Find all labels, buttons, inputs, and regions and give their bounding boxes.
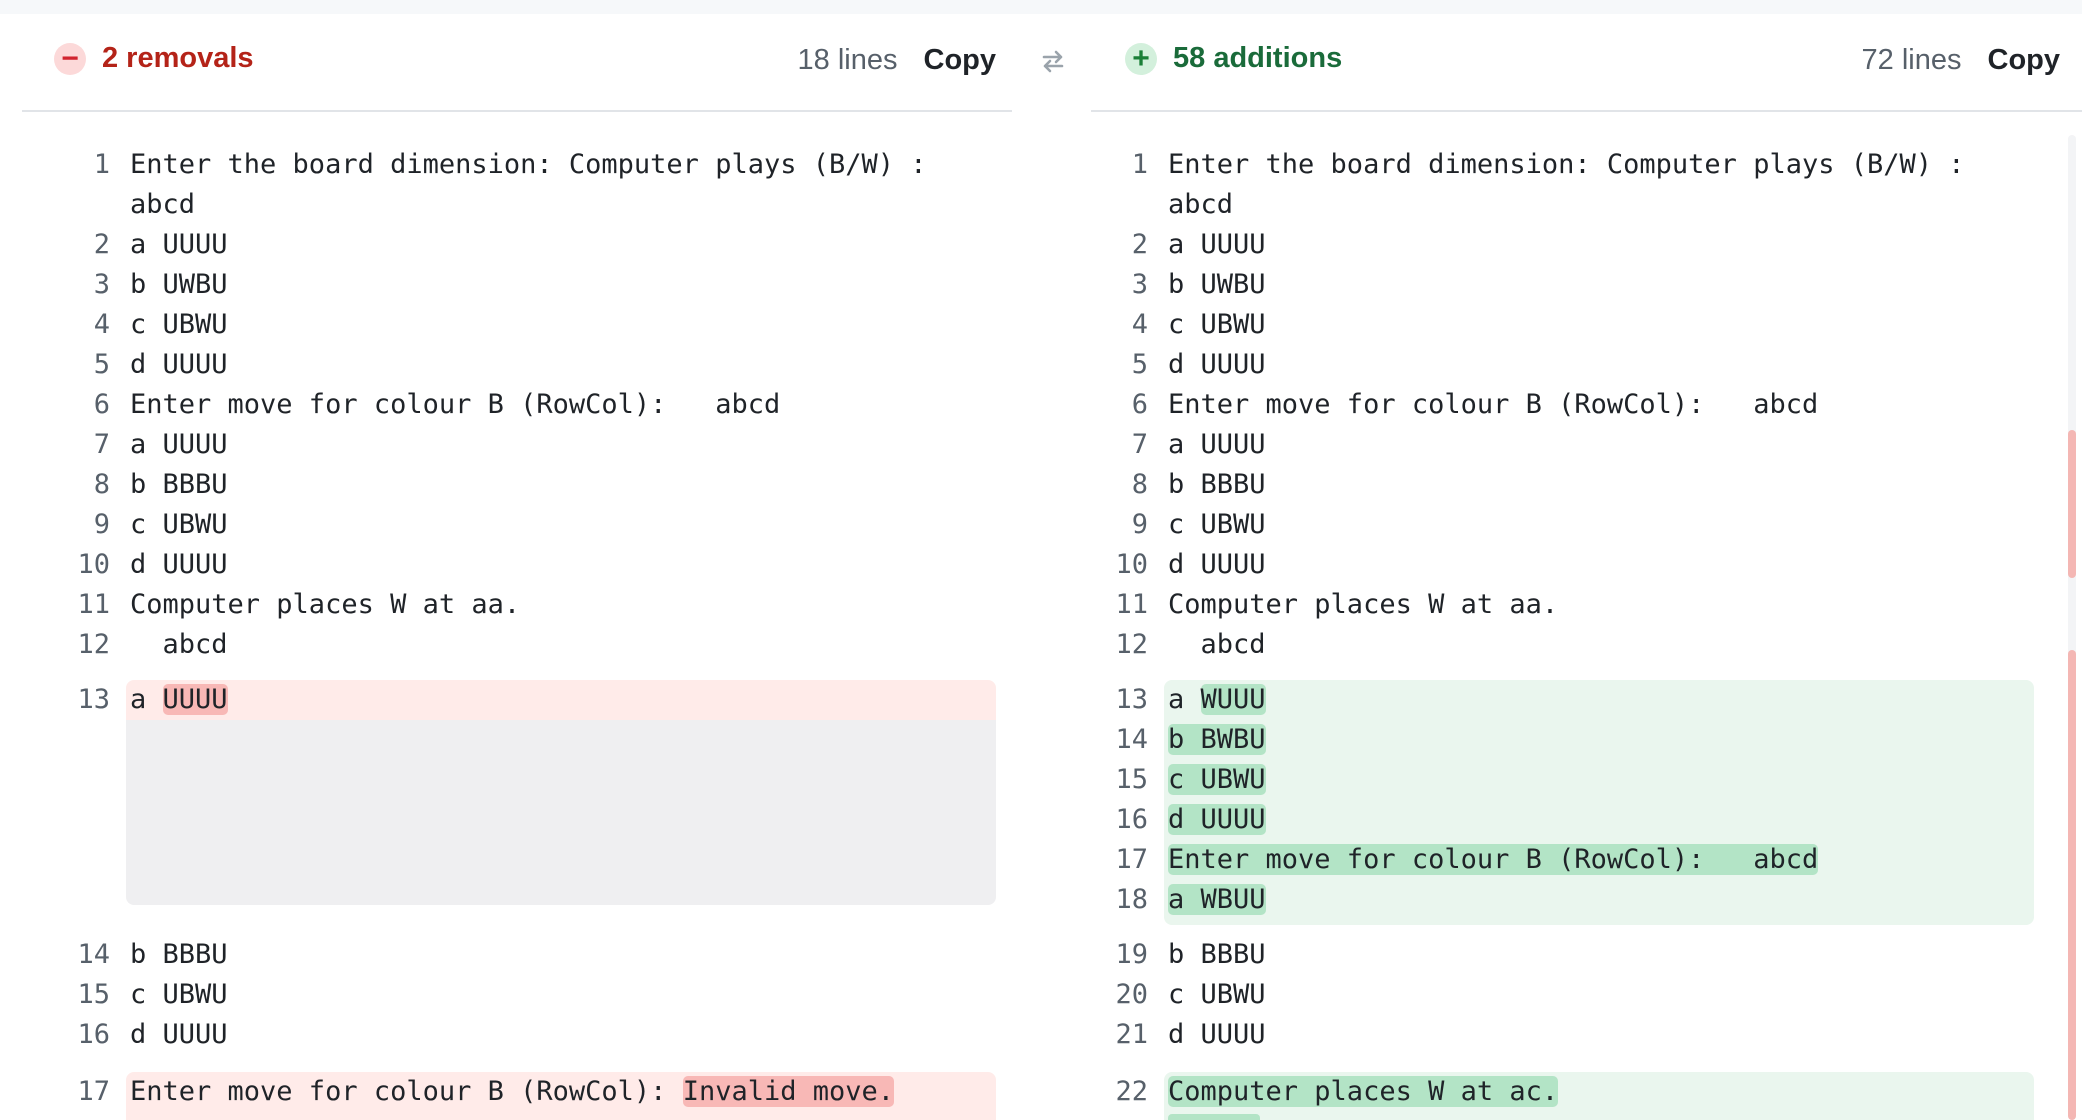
diff-line: 4c UBWU — [93, 309, 228, 340]
removals-label: 2 removals — [102, 42, 254, 74]
plus-icon: + — [1125, 42, 1157, 75]
swap-arrows-icon[interactable] — [1036, 44, 1070, 78]
added-highlight: d UUUU — [1168, 804, 1266, 835]
diff-line: 1 Enter the board dimension: Computer pla… — [93, 149, 927, 180]
diff-line: 20 c UBWU — [1115, 979, 1266, 1010]
diff-line: 21 d UUUU — [1115, 1019, 1266, 1050]
diff-line: 4c UBWU — [1131, 309, 1266, 340]
diff-line: 10 d UUUU — [1115, 549, 1266, 580]
additions-label: 58 additions — [1173, 42, 1343, 74]
diff-line: 19 b BBBU — [1115, 939, 1266, 970]
right-copy-button[interactable]: Copy — [1988, 44, 2061, 77]
added-highlight: a WBUU — [1168, 884, 1266, 915]
removed-highlight: UUUU — [162, 684, 228, 715]
diff-line: 11 Computer places W at aa. — [77, 589, 521, 620]
added-highlight: Enter move for colour B (RowCol): abcd — [1168, 844, 1819, 875]
diff-line-added: 22 Computer places W at ac. — [1115, 1076, 1559, 1107]
diff-line: abcd — [1168, 189, 1234, 220]
diff-line: 12 abcd — [77, 629, 228, 660]
diff-line: 7a UUUU — [1131, 429, 1266, 460]
diff-line: 14 b BBBU — [77, 939, 228, 970]
diff-overview-scroll-thumb[interactable] — [2068, 650, 2076, 1120]
diff-line: 15 c UBWU — [77, 979, 228, 1010]
diff-line: 5d UUUU — [1131, 349, 1266, 380]
top-strip — [0, 0, 2082, 14]
diff-line-removed: 13 a UUUU — [77, 684, 228, 715]
added-highlight: b BWBU — [1168, 724, 1266, 755]
diff-line-added: 14 b BWBU — [1115, 724, 1266, 755]
diff-line: 16 d UUUU — [77, 1019, 228, 1050]
diff-line: 10 d UUUU — [77, 549, 228, 580]
right-meta: 72 lines Copy — [1862, 44, 2060, 77]
diff-line-added: 17 Enter move for colour B (RowCol): abcd — [1115, 844, 1819, 875]
diff-overview-removal-marker — [2068, 430, 2076, 578]
diff-line: 11 Computer places W at aa. — [1115, 589, 1559, 620]
left-line-count: 18 lines — [797, 44, 898, 76]
added-highlight: Computer places W at ac. — [1168, 1076, 1559, 1107]
right-line-count: 72 lines — [1861, 44, 1962, 76]
removed-block-filler — [126, 720, 996, 905]
next-line-highlight-peek — [1168, 1114, 1260, 1120]
diff-line: 5d UUUU — [93, 349, 228, 380]
diff-line-added: 16 d UUUU — [1115, 804, 1266, 835]
diff-line: 6 Enter move for colour B (RowCol): abcd — [1131, 389, 1819, 420]
diff-line: 7a UUUU — [93, 429, 228, 460]
left-meta: 18 lines Copy — [798, 44, 996, 77]
diff-line: 9c UBWU — [1131, 509, 1266, 540]
diff-line: 2a UUUU — [93, 229, 228, 260]
removed-highlight: Invalid move. — [682, 1076, 895, 1107]
added-highlight: c UBWU — [1168, 764, 1266, 795]
diff-line-added: 13 a WUUU — [1115, 684, 1266, 715]
diff-line-added: 15 c UBWU — [1115, 764, 1266, 795]
minus-icon: − — [54, 42, 86, 75]
added-highlight: WUUU — [1200, 684, 1266, 715]
diff-line: 3b UWBU — [93, 269, 228, 300]
additions-status: + 58 additions — [1125, 42, 1342, 75]
diff-line: 2a UUUU — [1131, 229, 1266, 260]
diff-line-added: 18 a WBUU — [1115, 884, 1266, 915]
diff-line: 12 abcd — [1115, 629, 1266, 660]
removals-status: − 2 removals — [54, 42, 254, 75]
diff-line: 6 Enter move for colour B (RowCol): abcd — [93, 389, 781, 420]
diff-line: abcd — [130, 189, 196, 220]
left-pane-header: − 2 removals 18 lines Copy — [22, 18, 1012, 112]
diff-line: 3b UWBU — [1131, 269, 1266, 300]
diff-line-removed: 17 Enter move for colour B (RowCol): Inva… — [77, 1076, 895, 1107]
left-copy-button[interactable]: Copy — [924, 44, 997, 77]
diff-line: 1 Enter the board dimension: Computer pla… — [1131, 149, 1965, 180]
diff-line: 8b BBBU — [93, 469, 228, 500]
diff-line: 9c UBWU — [93, 509, 228, 540]
right-pane-header: + 58 additions 72 lines Copy — [1091, 18, 2082, 112]
diff-line: 8b BBBU — [1131, 469, 1266, 500]
